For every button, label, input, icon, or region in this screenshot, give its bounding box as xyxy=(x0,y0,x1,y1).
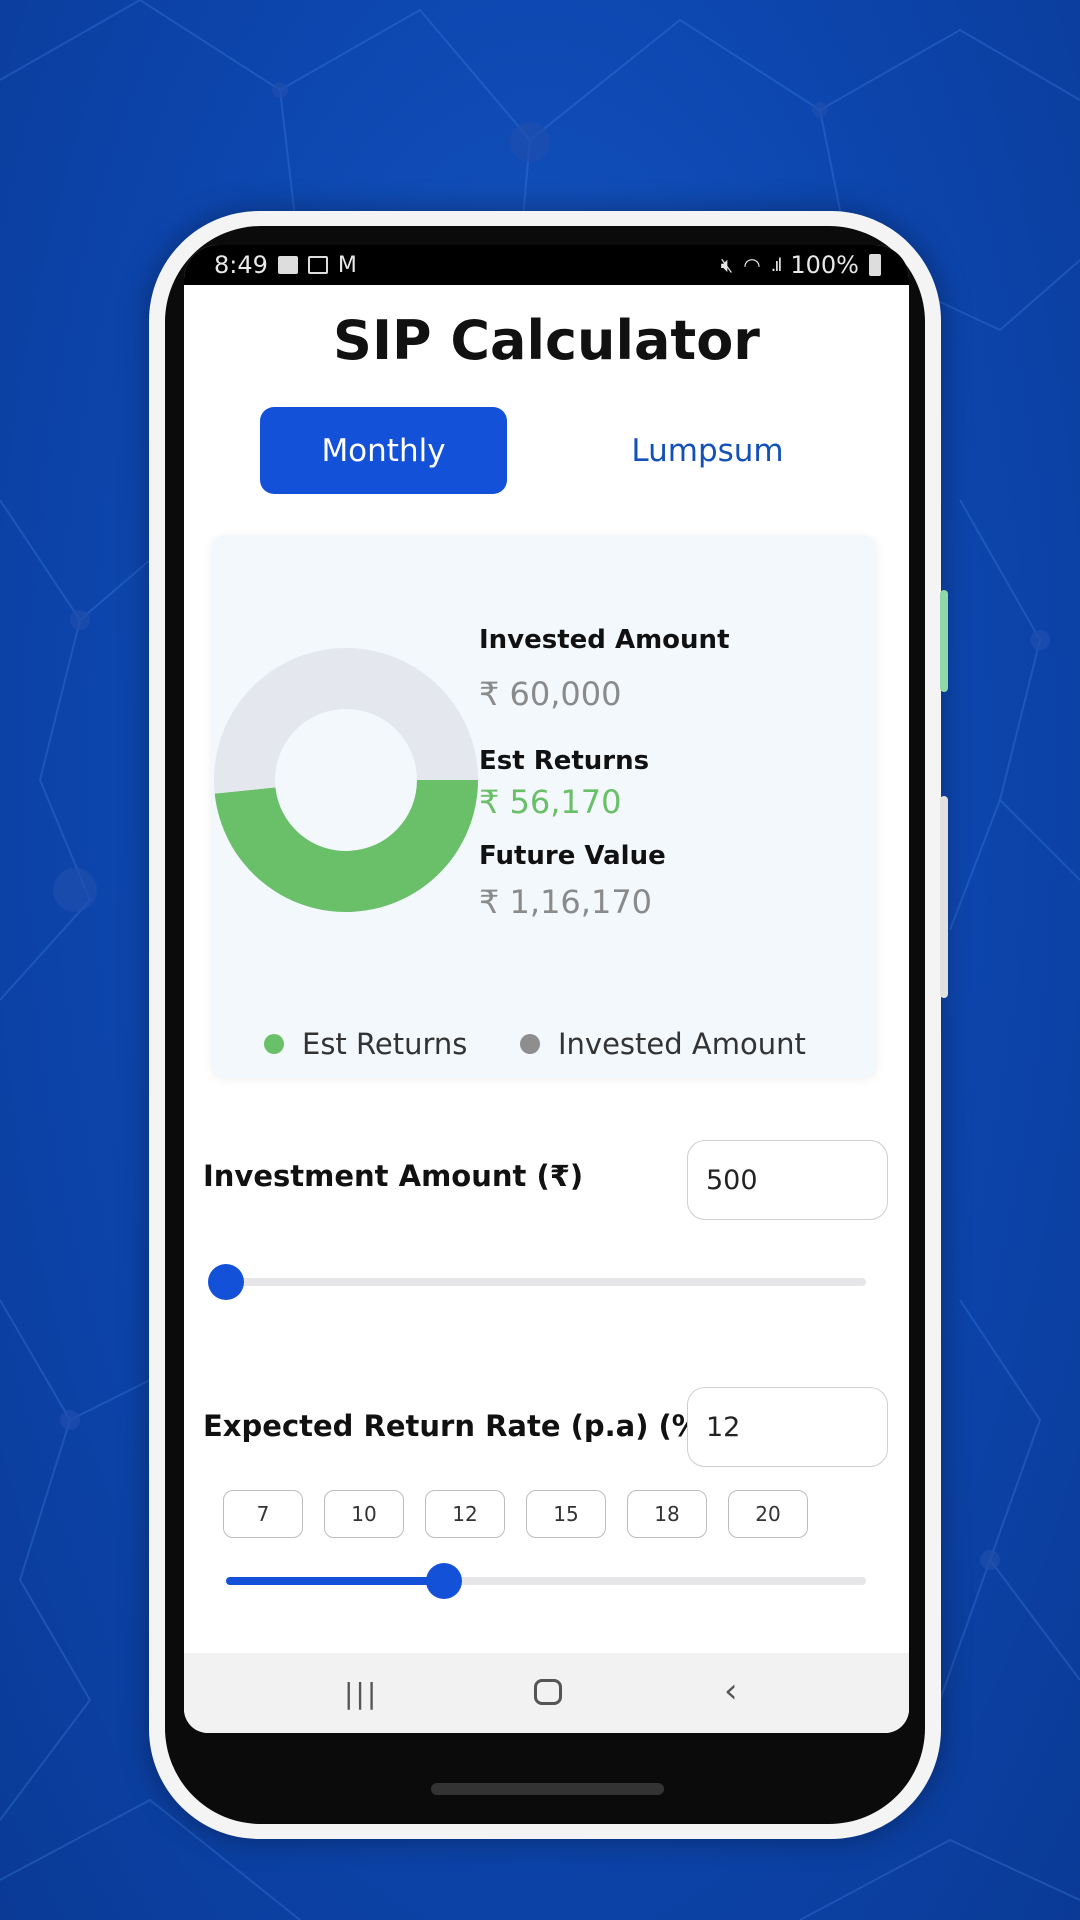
recent-apps-icon[interactable]: ||| xyxy=(344,1677,378,1710)
wifi-icon: ◠ xyxy=(743,253,761,277)
tab-monthly[interactable]: Monthly xyxy=(260,407,507,494)
rate-preset-chip[interactable]: 10 xyxy=(324,1490,404,1538)
donut-slice-invested-amount xyxy=(214,648,478,794)
legend-invested-amount: Invested Amount xyxy=(520,1027,806,1061)
legend-dot-gray xyxy=(520,1034,540,1054)
rate-preset-chip[interactable]: 12 xyxy=(425,1490,505,1538)
gmail-icon: M xyxy=(337,252,357,278)
invested-amount-value: ₹ 60,000 xyxy=(479,675,622,713)
return-rate-slider[interactable] xyxy=(226,1563,866,1599)
app-screen: 8:49 M 🔇︎ ◠ .ıl 100% SIP Calculator Mont… xyxy=(184,245,909,1733)
investment-amount-input[interactable]: 500 xyxy=(687,1140,888,1220)
legend-label: Est Returns xyxy=(302,1027,468,1061)
rate-preset-chip[interactable]: 7 xyxy=(223,1490,303,1538)
future-value-value: ₹ 1,16,170 xyxy=(479,883,653,921)
slider-fill xyxy=(226,1577,444,1585)
phone-side-button xyxy=(940,590,948,692)
est-returns-label: Est Returns xyxy=(479,746,650,776)
return-rate-input[interactable]: 12 xyxy=(687,1387,888,1467)
rate-presets: 7 10 12 15 18 20 xyxy=(223,1490,808,1538)
rate-preset-chip[interactable]: 15 xyxy=(526,1490,606,1538)
page-title: SIP Calculator xyxy=(333,309,760,372)
signal-icon: .ıl xyxy=(770,254,783,276)
status-bar: 8:49 M 🔇︎ ◠ .ıl 100% xyxy=(184,245,909,285)
investment-slider[interactable] xyxy=(208,1264,866,1300)
phone-volume-button xyxy=(940,796,948,998)
android-nav-bar: ||| ‹ xyxy=(184,1653,909,1733)
mute-icon: 🔇︎ xyxy=(720,253,734,277)
slider-thumb[interactable] xyxy=(208,1264,244,1300)
rate-preset-chip[interactable]: 18 xyxy=(627,1490,707,1538)
message-icon xyxy=(307,256,328,274)
legend-label: Invested Amount xyxy=(558,1027,806,1061)
return-rate-label: Expected Return Rate (p.a) (%) xyxy=(203,1409,715,1443)
legend-est-returns: Est Returns xyxy=(264,1027,467,1061)
tab-lumpsum[interactable]: Lumpsum xyxy=(584,407,831,494)
time: 8:49 xyxy=(214,251,268,279)
gallery-icon xyxy=(277,256,298,274)
future-value-label: Future Value xyxy=(479,841,666,871)
home-pill xyxy=(431,1783,664,1795)
investment-amount-label: Investment Amount (₹) xyxy=(203,1159,584,1193)
donut-slice-est-returns xyxy=(214,780,478,912)
summary-card: Invested Amount ₹ 60,000 Est Returns ₹ 5… xyxy=(211,535,877,1078)
back-icon[interactable]: ‹ xyxy=(724,1671,738,1711)
rate-preset-chip[interactable]: 20 xyxy=(728,1490,808,1538)
est-returns-value: ₹ 56,170 xyxy=(479,783,622,821)
invested-amount-label: Invested Amount xyxy=(479,625,730,655)
battery-level: 100% xyxy=(790,251,859,279)
legend-dot-green xyxy=(264,1034,284,1054)
battery-icon xyxy=(869,254,881,276)
home-icon[interactable] xyxy=(534,1679,562,1705)
donut-chart xyxy=(214,648,478,912)
slider-thumb[interactable] xyxy=(425,1563,462,1599)
